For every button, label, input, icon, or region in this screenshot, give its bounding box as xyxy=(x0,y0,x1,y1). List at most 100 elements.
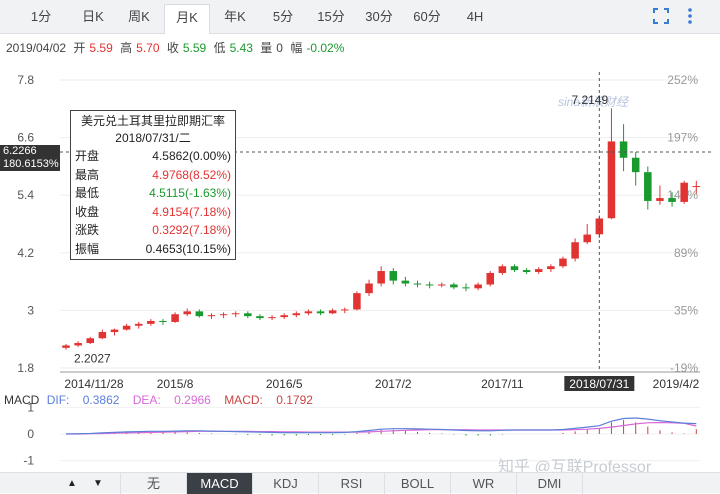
candle-body xyxy=(304,311,313,314)
macd-value: 0.1792 xyxy=(276,393,313,407)
x-tick-label: 2016/5 xyxy=(266,377,303,391)
candle-body xyxy=(147,320,155,324)
candle-body xyxy=(486,272,494,285)
candle-body xyxy=(559,258,567,267)
crosshair-pct-label: 180.6153% xyxy=(0,158,60,171)
tab-4h[interactable]: 4H xyxy=(452,4,498,30)
candle-body xyxy=(462,287,470,289)
candle-body xyxy=(231,313,240,315)
indicator-tab-kdj[interactable]: KDJ xyxy=(252,473,318,494)
volume-label: 量 xyxy=(260,41,273,55)
tab-year-k[interactable]: 年K xyxy=(212,4,258,30)
candle-body xyxy=(425,284,434,286)
open-label: 开 xyxy=(73,41,86,55)
candle-body xyxy=(534,269,543,272)
candle-body xyxy=(122,325,131,330)
candle-body xyxy=(680,182,688,202)
indicator-tab-macd[interactable]: MACD xyxy=(186,473,252,494)
tooltip-row: 最低 4.5115(-1.63%) xyxy=(75,184,231,203)
tab-60min[interactable]: 60分 xyxy=(404,4,450,30)
scroll-up-arrow-icon[interactable]: ▲ xyxy=(64,476,80,491)
candle-body xyxy=(62,345,70,348)
y-tick-label: 6.6 xyxy=(17,131,34,145)
high-value: 5.70 xyxy=(136,41,160,55)
open-value: 5.59 xyxy=(89,41,113,55)
crosshair-price-label: 6.2266 xyxy=(0,145,60,158)
candle-body xyxy=(644,172,652,201)
volume-value: 0 xyxy=(276,41,283,55)
candle-body xyxy=(450,284,458,288)
tooltip-row-label: 开盘 xyxy=(75,149,100,163)
tab-week-k[interactable]: 周K xyxy=(116,4,162,30)
candle-body xyxy=(607,141,616,219)
candle-body xyxy=(401,280,410,284)
candle-body xyxy=(583,234,591,243)
candle-body xyxy=(438,284,446,286)
candle-body xyxy=(619,141,628,158)
dif-value: 0.3862 xyxy=(82,393,120,407)
pct-tick-label: 35% xyxy=(674,303,698,317)
candle-body xyxy=(86,338,94,344)
tab-5min[interactable]: 5分 xyxy=(260,4,306,30)
candle-body xyxy=(692,186,701,188)
macd-info-line: MACD DIF: 0.3862 DEA: 0.2966 MACD: 0.179… xyxy=(4,393,313,407)
candle-body xyxy=(522,270,531,272)
dif-label: DIF xyxy=(46,393,67,407)
quote-date: 2019/04/02 xyxy=(6,41,67,55)
tooltip-row-value: 4.9154(7.18%) xyxy=(152,204,231,219)
indicator-tab-rsi[interactable]: RSI xyxy=(318,473,384,494)
indicator-tab-dmi[interactable]: DMI xyxy=(516,473,582,494)
more-menu-icon[interactable] xyxy=(686,7,694,30)
candle-body xyxy=(268,317,276,319)
candle-body xyxy=(256,316,264,319)
x-tick-label: 2019/4/2 xyxy=(653,377,700,391)
macd-label: MACD xyxy=(224,393,260,407)
tab-30min[interactable]: 30分 xyxy=(356,4,402,30)
x-tick-label: 2018/07/31 xyxy=(569,377,629,391)
candle-body xyxy=(631,157,640,173)
ohlc-tooltip: 美元兑土耳其里拉即期汇率 2018/07/31/二 开盘 4.5862(0.00%… xyxy=(70,110,236,260)
tooltip-row-label: 收盘 xyxy=(75,204,100,219)
close-label: 收 xyxy=(166,41,179,55)
indicator-tab-boll[interactable]: BOLL xyxy=(384,473,450,494)
pct-tick-label: 252% xyxy=(667,73,698,87)
candle-body xyxy=(341,309,349,311)
tooltip-row-label: 最低 xyxy=(75,186,100,200)
macd-indicator-name: MACD xyxy=(4,393,40,407)
fullscreen-icon[interactable] xyxy=(652,7,670,30)
tab-1min[interactable]: 1分 xyxy=(18,4,64,30)
indicator-tab-wr[interactable]: WR xyxy=(450,473,516,494)
tooltip-row-value: 4.5862(0.00%) xyxy=(152,149,231,163)
tooltip-row-value: 4.5115(-1.63%) xyxy=(149,186,231,200)
y-tick-label: 1.8 xyxy=(17,361,34,375)
candle-body xyxy=(183,311,191,315)
scroll-down-arrow-icon[interactable]: ▼ xyxy=(90,476,106,491)
x-tick-label: 2017/11 xyxy=(481,377,524,391)
candle-body xyxy=(159,320,167,322)
low-label: 低 xyxy=(213,41,226,55)
candle-body xyxy=(74,343,82,346)
tooltip-row: 收盘 4.9154(7.18%) xyxy=(75,203,231,222)
tab-day-k[interactable]: 日K xyxy=(70,4,116,30)
candle-body xyxy=(571,242,579,259)
candle-body xyxy=(292,313,301,316)
tooltip-row-value: 0.4653(10.15%) xyxy=(145,241,231,256)
x-tick-label: 2017/2 xyxy=(375,377,412,391)
tooltip-row: 涨跌 0.3292(7.18%) xyxy=(75,221,231,240)
candle-body xyxy=(110,329,119,332)
candle-body xyxy=(219,314,228,316)
candle-body xyxy=(656,198,664,201)
candle-body xyxy=(668,198,676,202)
indicator-tab-none[interactable]: 无 xyxy=(120,473,186,494)
y-tick-label: 5.4 xyxy=(17,188,34,202)
candle-body xyxy=(134,323,143,326)
y-tick-label: 7.8 xyxy=(17,73,34,87)
tab-month-k[interactable]: 月K xyxy=(164,4,210,34)
tooltip-row: 开盘 4.5862(0.00%) xyxy=(75,147,231,166)
quote-info-line: 2019/04/02 开 5.59 高 5.70 收 5.59 低 5.43 量0 幅-… xyxy=(6,39,348,56)
tooltip-row: 振幅 0.4653(10.15%) xyxy=(75,240,231,259)
amplitude-label: 幅 xyxy=(290,41,303,55)
tab-15min[interactable]: 15分 xyxy=(308,4,354,30)
pct-tick-label: 197% xyxy=(667,131,698,145)
x-tick-label: 2014/11/28 xyxy=(64,377,123,391)
